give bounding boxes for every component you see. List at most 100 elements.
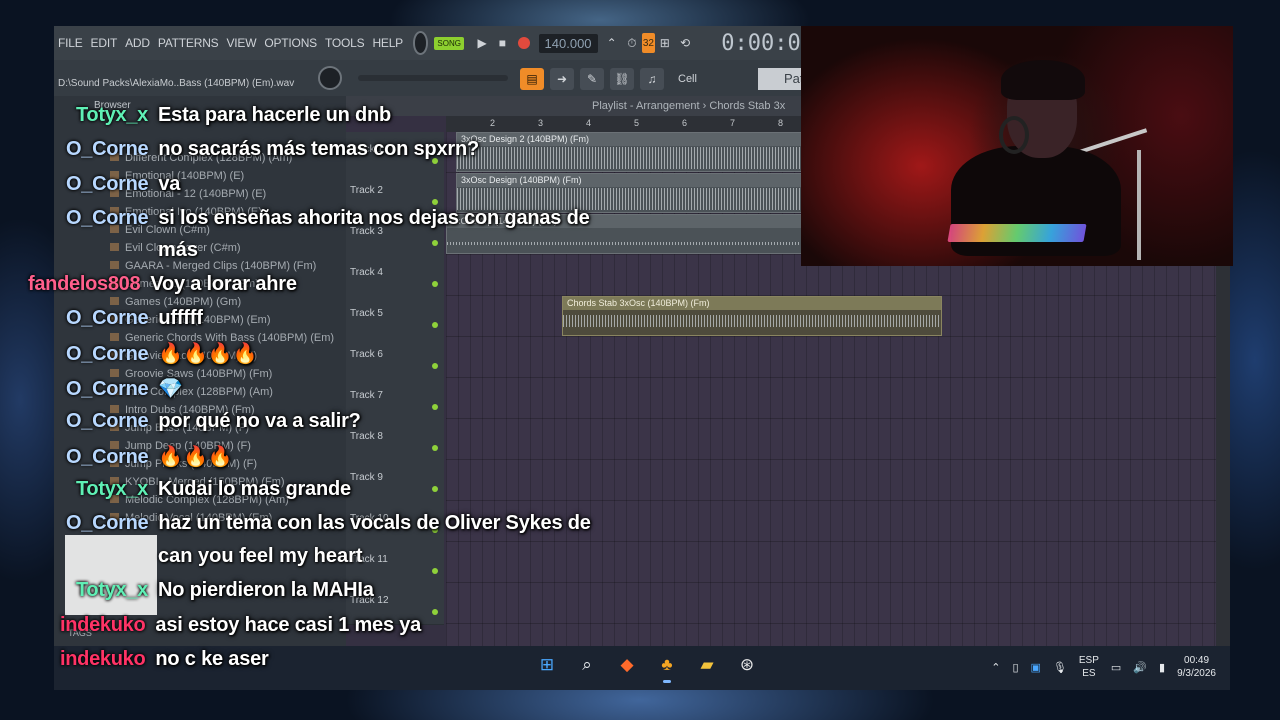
language-code: ESP [1078,655,1099,666]
track-name: Track 7 [350,390,383,401]
clock-time: 00:49 [1184,655,1210,666]
loop-record-icon[interactable]: ⟲ [680,34,690,52]
fl-studio-icon[interactable]: ♣ [654,652,680,683]
menu-help[interactable]: HELP [368,36,407,50]
chat-username: Totyx_x [76,579,149,601]
language-indicator[interactable]: ESP ES [1079,654,1099,680]
chevron-up-icon[interactable]: ⌃ [991,661,1000,674]
chat-username: Totyx_x [76,104,149,126]
track-header[interactable]: Track 5 [346,296,444,338]
menu-add[interactable]: ADD [121,36,154,50]
chat-text: 🔥🔥🔥 [158,446,233,468]
step-edit-icon[interactable]: ⊞ [660,34,670,52]
bar-number: 7 [730,118,736,128]
mic-stand [1137,150,1141,260]
chat-text: haz un tema con las vocals de Oliver Syk… [158,512,591,534]
chat-text: no sacarás más temas con spxrn? [158,138,479,160]
obs-icon[interactable]: ⊛ [734,652,760,678]
playlist-icon[interactable]: ▤ [520,68,544,90]
folder-icon [110,333,119,341]
master-pitch-slider[interactable] [358,75,508,81]
chat-message: indekuko no c ke aser [60,648,269,671]
chat-message: Totyx_x No pierdieron la MAHIa [76,579,374,602]
track-mute-led[interactable] [432,486,438,492]
arrow-icon[interactable]: ➜ [550,68,574,90]
menu-edit[interactable]: EDIT [87,36,122,50]
track-name: Track 9 [350,472,383,483]
record-button[interactable] [517,34,530,52]
track-mute-led[interactable] [432,199,438,205]
wait-icon[interactable]: ⏱ [627,34,637,52]
browser-item[interactable]: GAARA - Merged Clips (140BPM) (Fm) [110,260,316,272]
browser-item[interactable]: Evil Clown Layer (C#m) [110,242,241,254]
track-mute-led[interactable] [432,568,438,574]
folder-icon [110,243,119,251]
snap-selector[interactable]: Cell [678,73,697,85]
track-mute-led[interactable] [432,445,438,451]
track-header[interactable]: Track 6 [346,337,444,379]
track-mute-led[interactable] [432,281,438,287]
streamer-hair [1001,60,1085,100]
chat-text: 💎 [158,378,184,400]
battery-icon[interactable]: ▮ [1159,661,1165,674]
chat-message: fandelos808 Voy a lorar ahre [28,273,297,296]
blend-notes-toggle[interactable]: 32 [642,33,655,53]
track-header[interactable]: Track 4 [346,255,444,297]
bar-number: 2 [490,118,496,128]
track-name: Track 4 [350,267,383,278]
search-icon[interactable]: ⌕ [574,652,600,678]
track-header[interactable]: Track 11 [346,542,444,584]
pitch-knob[interactable] [318,66,342,90]
usb-icon[interactable]: ▯ [1012,661,1018,674]
bar-number: 8 [778,118,784,128]
brave-browser-icon[interactable]: ◆ [614,652,640,678]
chat-username: O_Corne [66,173,149,195]
bell-icon[interactable]: ♫ [640,68,664,90]
chat-text: No pierdieron la MAHIa [158,579,374,601]
play-icon[interactable]: ▶ [477,34,487,52]
audio-clip[interactable]: 3xOsc Design 2 (140BPM) (Fm) [456,132,858,172]
track-mute-led[interactable] [432,609,438,615]
master-volume-knob[interactable] [413,31,429,55]
menu-patterns[interactable]: PATTERNS [154,36,223,50]
pencil-icon[interactable]: ✎ [580,68,604,90]
menu-tools[interactable]: TOOLS [321,36,368,50]
clock[interactable]: 00:49 9/3/2026 [1177,654,1216,680]
chat-message: O_Corne 🔥🔥🔥🔥 [66,341,257,366]
chat-username: O_Corne [66,410,149,432]
menu-file[interactable]: FILE [54,36,87,50]
track-header[interactable]: Track 9 [346,460,444,502]
menu-view[interactable]: VIEW [222,36,260,50]
microphone-icon[interactable]: 🎙 [1053,661,1067,674]
stop-icon[interactable]: ■ [497,34,507,52]
window-shortcuts: ▤ ➜ ✎ ⛓ ♫ Cell [520,68,697,90]
hint-bar-filepath: D:\Sound Packs\AlexiaMo..Bass (140BPM) (… [58,78,295,89]
tempo-display[interactable]: 140.000 [538,33,598,53]
track-mute-led[interactable] [432,404,438,410]
windows-start-icon[interactable]: ⊞ [534,652,560,678]
menu-bar: FILE EDIT ADD PATTERNS VIEW OPTIONS TOOL… [54,26,814,60]
volume-icon[interactable]: 🔊 [1133,661,1147,674]
app-tray-icon[interactable]: ▣ [1031,661,1041,674]
chat-text: si los enseñas ahorita nos dejas con gan… [158,207,590,229]
chat-username: O_Corne [66,207,149,229]
chat-text: asi estoy hace casi 1 mes ya [155,614,422,636]
link-icon[interactable]: ⛓ [610,68,634,90]
system-tray: ⌃ ▯ ▣ 🎙 ESP ES ▭ 🔊 ▮ 00:49 9/3/2026 [991,654,1216,680]
bar-number: 3 [538,118,544,128]
chat-message: O_Corne haz un tema con las vocals de Oli… [66,512,591,535]
track-mute-led[interactable] [432,363,438,369]
chat-text: Kudai lo mas grande [158,478,351,500]
clip-title: Chords Stab 3xOsc (140BPM) (Fm) [563,297,941,310]
track-mute-led[interactable] [432,240,438,246]
keyboard-layout: ES [1082,668,1096,679]
audio-clip[interactable]: Chords Stab 3xOsc (140BPM) (Fm) [562,296,942,336]
file-explorer-icon[interactable]: ▰ [694,652,720,678]
metronome-icon[interactable]: ⌃ [607,34,617,52]
chat-message: O_Corne 🔥🔥🔥 [66,444,233,469]
song-mode-toggle[interactable]: SONG [434,36,464,50]
track-mute-led[interactable] [432,322,438,328]
menu-options[interactable]: OPTIONS [260,36,321,50]
network-icon[interactable]: ▭ [1111,661,1121,674]
clip-title: 3xOsc Design 2 (140BPM) (Fm) [457,133,857,146]
